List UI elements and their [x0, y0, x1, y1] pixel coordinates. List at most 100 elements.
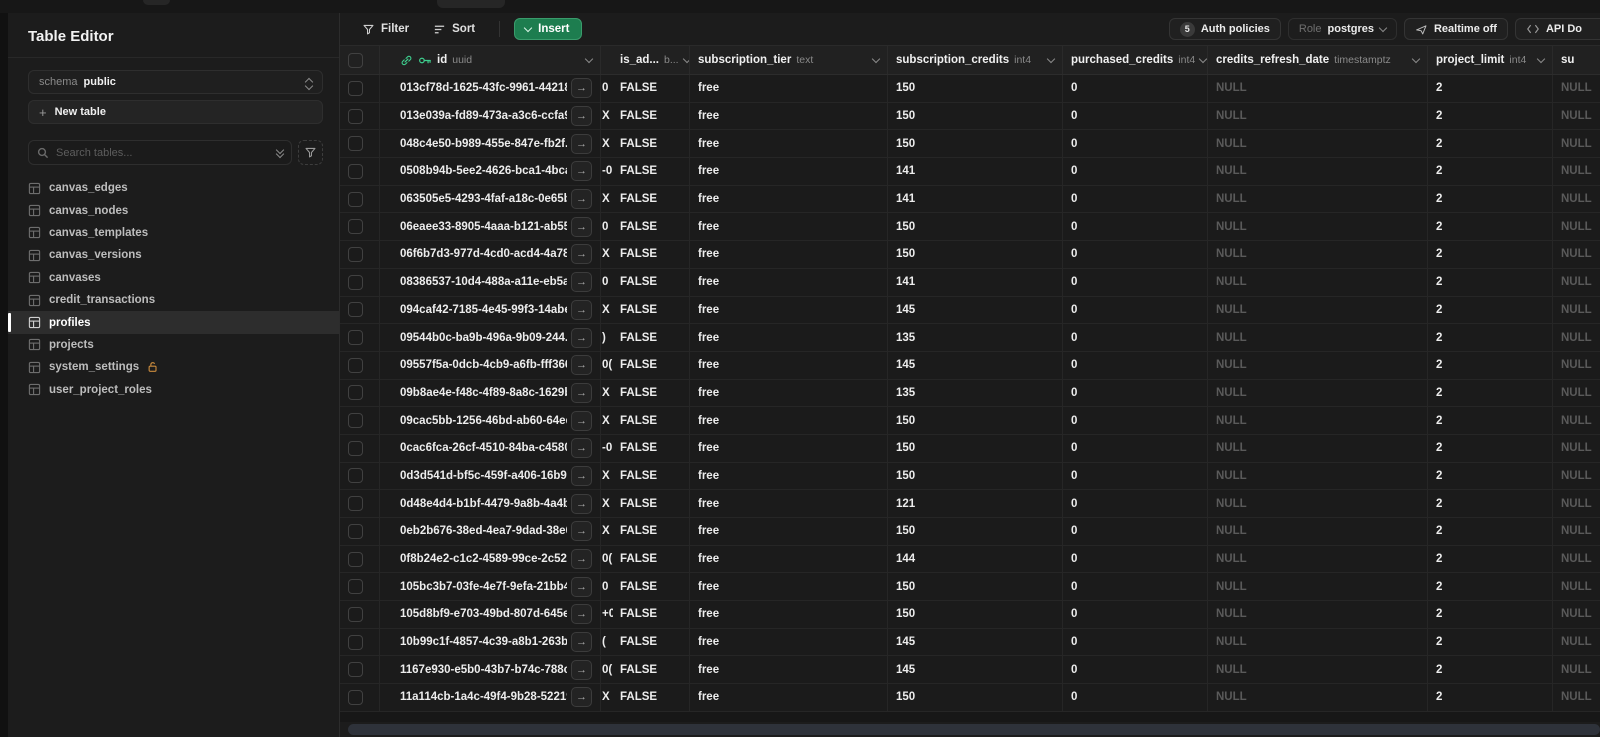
cell-subscription-tier[interactable]: free [690, 324, 888, 351]
cell-credits-refresh-date[interactable]: NULL [1208, 434, 1428, 462]
cell-credits-refresh-date[interactable]: NULL [1208, 462, 1428, 490]
cell-subscription-tier[interactable]: free [690, 434, 888, 462]
cell-subscription-tier[interactable]: free [690, 518, 888, 545]
cell-is-admin[interactable]: 0 FALSE [601, 75, 690, 102]
cell-subscription-credits[interactable]: 150 [888, 434, 1063, 462]
cell-id[interactable]: 10b99c1f-4857-4c39-a8b1-263b8... → [380, 628, 601, 656]
cell-purchased-credits[interactable]: 0 [1063, 628, 1208, 656]
cell-is-admin[interactable]: 0( FALSE [601, 545, 690, 573]
cell-subscription-tier[interactable]: free [690, 213, 888, 241]
cell-is-admin[interactable]: X FALSE [601, 185, 690, 213]
cell-subscription-credits[interactable]: 150 [888, 518, 1063, 545]
cell-subscription-credits[interactable]: 141 [888, 185, 1063, 213]
cell-subscription-credits[interactable]: 150 [888, 130, 1063, 158]
cell-project-limit[interactable]: 2 [1428, 351, 1553, 379]
cell-project-limit[interactable]: 2 [1428, 407, 1553, 434]
expand-row-button[interactable]: → [571, 161, 592, 182]
cell-is-admin[interactable]: -0 FALSE [601, 434, 690, 462]
expand-row-button[interactable]: → [571, 299, 592, 320]
cell-credits-refresh-date[interactable]: NULL [1208, 130, 1428, 158]
expand-row-button[interactable]: → [571, 78, 592, 99]
cell-su[interactable]: NULL [1553, 629, 1600, 656]
cell-subscription-tier[interactable]: free [690, 407, 888, 434]
cell-su[interactable]: NULL [1553, 656, 1600, 683]
cell-id[interactable]: 0d48e4d4-b1bf-4479-9a8b-4a4b... → [380, 490, 601, 517]
cell-project-limit[interactable]: 2 [1428, 158, 1553, 185]
cell-is-admin[interactable]: X FALSE [601, 684, 690, 711]
new-table-button[interactable]: + New table [28, 100, 323, 124]
expand-row-button[interactable]: → [571, 355, 592, 376]
cell-project-limit[interactable]: 2 [1428, 462, 1553, 490]
expand-row-button[interactable]: → [571, 604, 592, 625]
cell-is-admin[interactable]: X FALSE [601, 296, 690, 324]
expand-row-button[interactable]: → [571, 382, 592, 403]
sidebar-item-system_settings[interactable]: system_settings [8, 356, 339, 378]
cell-subscription-tier[interactable]: free [690, 656, 888, 684]
expand-row-button[interactable]: → [571, 216, 592, 237]
row-checkbox[interactable] [348, 219, 363, 235]
expand-row-button[interactable]: → [571, 687, 592, 708]
cell-subscription-tier[interactable]: free [690, 102, 888, 130]
cell-id[interactable]: 1167e930-e5b0-43b7-b74c-788c9... → [380, 656, 601, 684]
cell-purchased-credits[interactable]: 0 [1063, 268, 1208, 296]
cell-credits-refresh-date[interactable]: NULL [1208, 185, 1428, 213]
cell-purchased-credits[interactable]: 0 [1063, 324, 1208, 351]
row-checkbox[interactable] [348, 634, 363, 650]
cell-credits-refresh-date[interactable]: NULL [1208, 684, 1428, 711]
cell-subscription-credits[interactable]: 150 [888, 462, 1063, 490]
column-header-subscription_credits[interactable]: subscription_credits int4 [888, 46, 1063, 74]
cell-id[interactable]: 08386537-10d4-488a-a11e-eb5a6... → [380, 268, 601, 296]
cell-subscription-tier[interactable]: free [690, 545, 888, 573]
cell-subscription-credits[interactable]: 145 [888, 656, 1063, 684]
cell-id[interactable]: 105bc3b7-03fe-4e7f-9efa-21bb40... → [380, 573, 601, 601]
cell-subscription-tier[interactable]: free [690, 241, 888, 268]
sidebar-item-credit_transactions[interactable]: credit_transactions [8, 289, 339, 311]
cell-is-admin[interactable]: 0 FALSE [601, 573, 690, 601]
expand-row-button[interactable]: → [571, 549, 592, 570]
cell-subscription-credits[interactable]: 145 [888, 628, 1063, 656]
cell-subscription-credits[interactable]: 135 [888, 379, 1063, 407]
expand-row-button[interactable]: → [571, 521, 592, 542]
cell-project-limit[interactable]: 2 [1428, 656, 1553, 684]
cell-credits-refresh-date[interactable]: NULL [1208, 407, 1428, 434]
api-docs-button[interactable]: API Do [1514, 18, 1600, 40]
row-checkbox[interactable] [348, 662, 363, 678]
cell-id[interactable]: 06eaee33-8905-4aaa-b121-ab552... → [380, 213, 601, 241]
cell-credits-refresh-date[interactable]: NULL [1208, 490, 1428, 517]
row-checkbox[interactable] [348, 357, 363, 373]
row-checkbox[interactable] [348, 108, 363, 124]
schema-select[interactable]: schema public [28, 70, 323, 94]
column-header-su[interactable]: su [1553, 46, 1600, 74]
cell-project-limit[interactable]: 2 [1428, 628, 1553, 656]
sidebar-filter-button[interactable] [298, 140, 323, 165]
cell-credits-refresh-date[interactable]: NULL [1208, 601, 1428, 628]
cell-project-limit[interactable]: 2 [1428, 130, 1553, 158]
cell-project-limit[interactable]: 2 [1428, 573, 1553, 601]
cell-id[interactable]: 0eb2b676-38ed-4ea7-9dad-38e6... → [380, 518, 601, 545]
cell-subscription-credits[interactable]: 150 [888, 601, 1063, 628]
column-header-id[interactable]: id uuid [380, 46, 601, 74]
cell-subscription-tier[interactable]: free [690, 379, 888, 407]
cell-is-admin[interactable]: X FALSE [601, 241, 690, 268]
cell-purchased-credits[interactable]: 0 [1063, 351, 1208, 379]
cell-project-limit[interactable]: 2 [1428, 102, 1553, 130]
cell-is-admin[interactable]: X FALSE [601, 518, 690, 545]
cell-credits-refresh-date[interactable]: NULL [1208, 213, 1428, 241]
sidebar-item-projects[interactable]: projects [8, 334, 339, 356]
cell-project-limit[interactable]: 2 [1428, 545, 1553, 573]
cell-id[interactable]: 09cac5bb-1256-46bd-ab60-64ed... → [380, 407, 601, 434]
column-header-project_limit[interactable]: project_limit int4 [1428, 46, 1553, 74]
cell-subscription-tier[interactable]: free [690, 158, 888, 185]
row-checkbox[interactable] [348, 274, 363, 290]
row-checkbox[interactable] [348, 468, 363, 484]
expand-row-button[interactable]: → [571, 244, 592, 265]
cell-id[interactable]: 09544b0c-ba9b-496a-9b09-244... → [380, 324, 601, 351]
cell-su[interactable]: NULL [1553, 352, 1600, 379]
expand-row-button[interactable]: → [571, 659, 592, 680]
cell-id[interactable]: 06f6b7d3-977d-4cd0-acd4-4a78... → [380, 241, 601, 268]
cell-purchased-credits[interactable]: 0 [1063, 490, 1208, 517]
cell-project-limit[interactable]: 2 [1428, 268, 1553, 296]
cell-subscription-tier[interactable]: free [690, 351, 888, 379]
cell-credits-refresh-date[interactable]: NULL [1208, 324, 1428, 351]
cell-purchased-credits[interactable]: 0 [1063, 213, 1208, 241]
